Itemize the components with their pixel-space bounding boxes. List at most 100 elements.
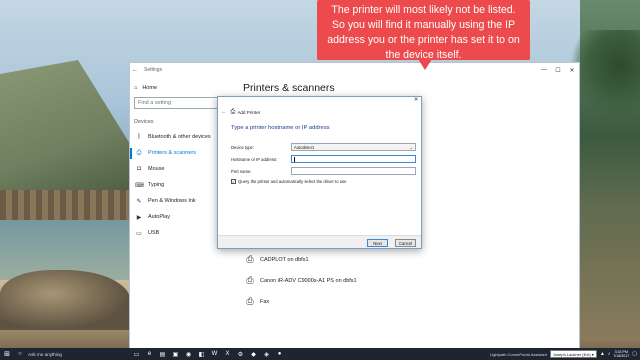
app-icon[interactable]: ● <box>274 349 285 359</box>
sidebar-item-typing[interactable]: ⌨ Typing <box>130 177 230 193</box>
dialog-header: ← ⎙ Add Printer <box>218 105 421 119</box>
printer-icon: ⎙ <box>230 108 236 115</box>
port-name-row: Port name: <box>231 169 291 174</box>
cliff <box>0 60 130 200</box>
notifications-icon[interactable]: ▢ <box>632 351 637 357</box>
printer-icon: ⎙ <box>246 254 254 264</box>
query-printer-checkbox[interactable]: ✓ <box>231 179 236 184</box>
selection-bar <box>130 212 132 223</box>
callout-tail <box>418 59 432 70</box>
find-setting-input[interactable]: Find a setting ⚲ <box>134 97 227 109</box>
file-explorer-icon[interactable]: ▤ <box>157 349 168 359</box>
fax-icon: ⎙ <box>246 296 254 306</box>
dialog-footer: Next Cancel <box>218 235 421 248</box>
tray-user-select[interactable]: Joseph Lackner (Ext) ▾ <box>549 350 597 358</box>
sidebar-item-autoplay[interactable]: ▶ AutoPlay <box>130 209 230 225</box>
list-item[interactable]: ⎙ Fax <box>243 291 357 312</box>
taskbar: ⊞ ○ Ask me anything ▭ e ▤ ▣ ◉ ◧ W X ⚙ ◆ … <box>0 348 640 360</box>
sidebar-item-mouse[interactable]: ◘ Mouse <box>130 161 230 177</box>
store-icon[interactable]: ▣ <box>170 349 181 359</box>
back-arrow-icon[interactable]: ← <box>130 67 140 73</box>
device-type-select[interactable]: Autodetect ⌄ <box>291 143 416 151</box>
device-type-value: Autodetect <box>294 144 315 150</box>
outlook-icon[interactable]: ◧ <box>196 349 207 359</box>
settings-gear-icon[interactable]: ⚙ <box>235 349 246 359</box>
section-label-devices: Devices <box>134 119 154 125</box>
maximize-button[interactable]: ☐ <box>551 67 565 74</box>
text-caret <box>294 156 295 162</box>
dialog-heading: Type a printer hostname or IP address <box>231 125 330 131</box>
chevron-down-icon: ⌄ <box>409 144 413 150</box>
hostname-label: Hostname or IP address: <box>231 157 278 162</box>
palm-frond <box>570 30 640 120</box>
clock-date: 7/18/2017 <box>613 354 630 358</box>
task-view-icon[interactable]: ▭ <box>131 349 142 359</box>
windows-start-icon[interactable]: ⊞ <box>0 350 14 358</box>
close-button[interactable]: ✕ <box>565 67 579 74</box>
system-tray: Lightpath CommPortal Assistant Joseph La… <box>490 350 640 358</box>
dialog-title: Add Printer <box>237 109 261 115</box>
rock <box>0 270 130 330</box>
taskbar-search[interactable]: Ask me anything <box>26 352 131 357</box>
app-icon[interactable]: ◆ <box>248 349 259 359</box>
cancel-button[interactable]: Cancel <box>395 239 416 247</box>
back-arrow-icon[interactable]: ← <box>221 109 227 115</box>
word-icon[interactable]: W <box>209 349 220 359</box>
printer-name: CADPLOT on dbfs1 <box>260 256 309 263</box>
volume-icon[interactable]: ♪ <box>608 351 611 357</box>
sidebar-item-pen[interactable]: ✎ Pen & Windows Ink <box>130 193 230 209</box>
keyboard-icon: ⌨ <box>135 182 144 189</box>
sidebar-item-label: Typing <box>148 182 165 188</box>
add-printer-dialog: ✕ ← ⎙ Add Printer Type a printer hostnam… <box>217 96 422 249</box>
window-title: Settings <box>144 67 163 73</box>
dialog-titlebar: ✕ <box>218 97 421 105</box>
port-name-input[interactable] <box>291 167 416 175</box>
selection-bar <box>130 196 132 207</box>
home-icon: ⌂ <box>134 85 138 91</box>
instruction-callout: The printer will most likely not be list… <box>317 0 530 61</box>
network-icon[interactable]: ▲ <box>600 351 605 357</box>
sidebar-item-label: Pen & Windows Ink <box>148 198 196 204</box>
page-title: Printers & scanners <box>243 82 335 94</box>
selection-bar <box>130 164 132 175</box>
mouse-icon: ◘ <box>137 166 141 172</box>
selection-bar <box>130 180 132 191</box>
printer-icon: ⎙ <box>136 149 142 156</box>
sidebar-item-label: Bluetooth & other devices <box>148 134 211 140</box>
chrome-icon[interactable]: ◉ <box>183 349 194 359</box>
taskbar-apps: ▭ e ▤ ▣ ◉ ◧ W X ⚙ ◆ ◈ ● <box>131 349 285 359</box>
tray-user-label: Lightpath CommPortal Assistant <box>489 351 547 357</box>
list-item[interactable]: ⎙ CADPLOT on dbfs1 <box>243 249 357 270</box>
sidebar-item-bluetooth[interactable]: ᛒ Bluetooth & other devices <box>130 129 230 145</box>
bluetooth-icon: ᛒ <box>137 134 141 140</box>
find-setting-placeholder: Find a setting <box>138 100 172 106</box>
home-link[interactable]: ⌂ Home <box>130 77 230 93</box>
list-item[interactable]: ⎙ Canon iR-ADV C9000s-A1 PS on dbfs1 <box>243 270 357 291</box>
sidebar-item-usb[interactable]: ▭ USB <box>130 225 230 241</box>
excel-icon[interactable]: X <box>222 349 233 359</box>
sidebar-item-label: Printers & scanners <box>148 150 196 156</box>
hostname-input[interactable] <box>291 155 416 163</box>
dialog-close-button[interactable]: ✕ <box>411 97 421 105</box>
device-type-label: Device type: <box>231 145 255 150</box>
hostname-row: Hostname or IP address: <box>231 157 291 162</box>
clock[interactable]: 3:33 PM 7/18/2017 <box>613 350 629 358</box>
printer-name: Canon iR-ADV C9000s-A1 PS on dbfs1 <box>260 277 357 284</box>
edge-icon[interactable]: e <box>144 349 155 359</box>
settings-sidebar: ⌂ Home Find a setting ⚲ Devices ᛒ Blueto… <box>130 77 230 348</box>
pier <box>0 190 130 220</box>
printer-icon: ⎙ <box>246 275 254 285</box>
sidebar-item-printers[interactable]: ⎙ Printers & scanners <box>130 145 230 161</box>
device-type-row: Device type: <box>231 145 291 150</box>
sidebar-item-label: Mouse <box>148 166 165 172</box>
next-button[interactable]: Next <box>367 239 388 247</box>
minimize-button[interactable]: — <box>537 67 551 73</box>
cortana-icon[interactable]: ○ <box>14 351 26 357</box>
settings-titlebar: ← Settings — ☐ ✕ <box>130 63 579 77</box>
selection-bar <box>130 132 132 143</box>
autoplay-icon: ▶ <box>136 214 142 221</box>
app-icon[interactable]: ◈ <box>261 349 272 359</box>
query-printer-label: Query the printer and automatically sele… <box>238 179 347 184</box>
pen-icon: ✎ <box>136 198 142 205</box>
usb-icon: ▭ <box>136 230 142 237</box>
